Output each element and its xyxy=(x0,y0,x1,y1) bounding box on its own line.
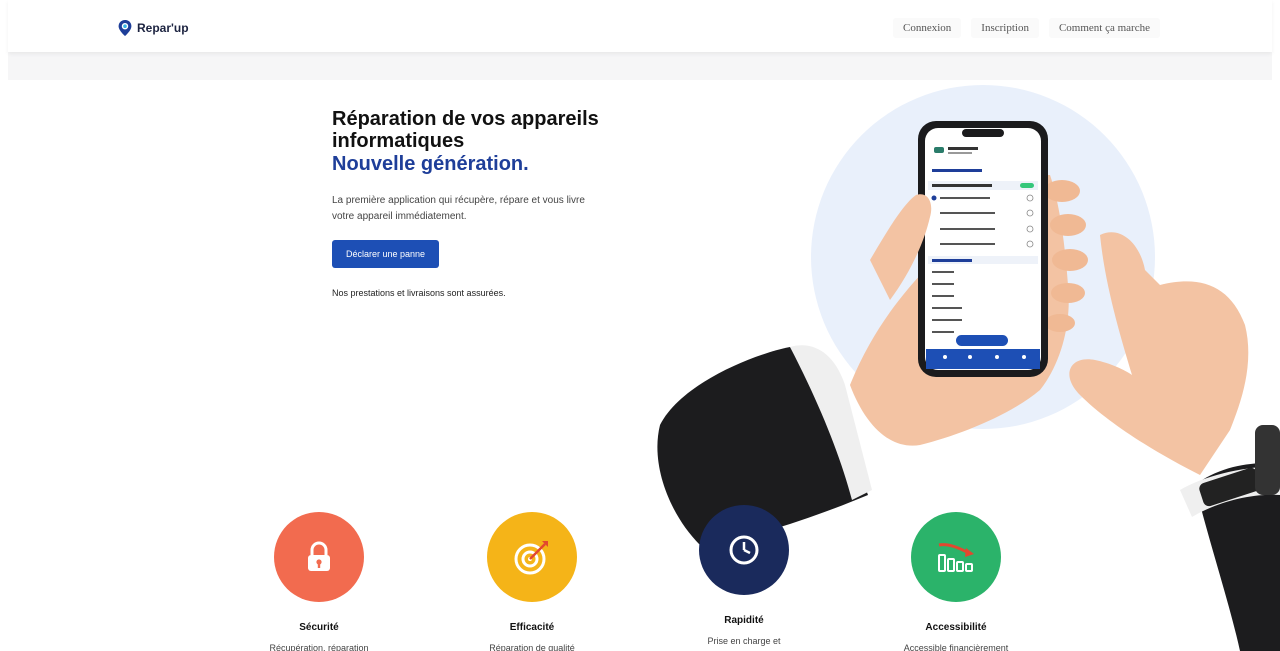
logo-text: Repar'up xyxy=(137,21,189,35)
hero-section: Réparation de vos appareils informatique… xyxy=(332,108,632,298)
chart-icon xyxy=(938,543,974,572)
header-band xyxy=(8,52,1272,80)
feature-desc: Accessible financièrement xyxy=(903,643,1009,651)
location-pin-icon xyxy=(118,20,132,36)
declare-breakdown-button[interactable]: Déclarer une panne xyxy=(332,240,440,269)
feature-title: Efficacité xyxy=(509,622,555,633)
feature-efficacite: Efficacité Réparation de qualité xyxy=(442,512,622,651)
nav-comment-ca-marche[interactable]: Comment ça marche xyxy=(1048,18,1160,38)
feature-icon-circle xyxy=(274,512,364,602)
main-nav: Connexion Inscription Comment ça marche xyxy=(893,18,1160,38)
smartphone xyxy=(918,121,1048,377)
target-icon xyxy=(514,541,548,575)
feature-icon-circle xyxy=(911,512,1001,602)
logo[interactable]: Repar'up xyxy=(118,20,189,36)
feature-rapidite: Rapidité Prise en charge et xyxy=(654,505,834,646)
feature-icon-circle xyxy=(487,512,577,602)
clock-icon xyxy=(729,535,759,565)
hero-title-accent: Nouvelle génération. xyxy=(332,152,529,175)
feature-title: Accessibilité xyxy=(925,622,987,633)
nav-inscription[interactable]: Inscription xyxy=(971,18,1039,38)
feature-desc: Prise en charge et xyxy=(707,636,781,646)
feature-securite: Sécurité Récupération, réparation xyxy=(229,512,409,651)
hero-title-line1: Réparation de vos appareils xyxy=(332,108,599,130)
hero-title: Réparation de vos appareils informatique… xyxy=(332,108,632,175)
top-navbar: Repar'up Connexion Inscription Comment ç… xyxy=(8,0,1272,52)
feature-desc: Récupération, réparation xyxy=(269,643,369,651)
feature-icon-circle xyxy=(699,505,789,595)
feature-title: Sécurité xyxy=(299,622,339,633)
feature-accessibilite: Accessibilité Accessible financièrement xyxy=(866,512,1046,651)
nav-connexion[interactable]: Connexion xyxy=(893,18,962,38)
hero-note: Nos prestations et livraisons sont assur… xyxy=(332,288,506,299)
hero-description: La première application qui récupère, ré… xyxy=(332,195,585,222)
hero-title-line2: informatiques xyxy=(332,130,465,153)
feature-desc: Réparation de qualité xyxy=(489,643,575,651)
lock-icon xyxy=(308,541,330,571)
feature-title: Rapidité xyxy=(724,615,764,626)
